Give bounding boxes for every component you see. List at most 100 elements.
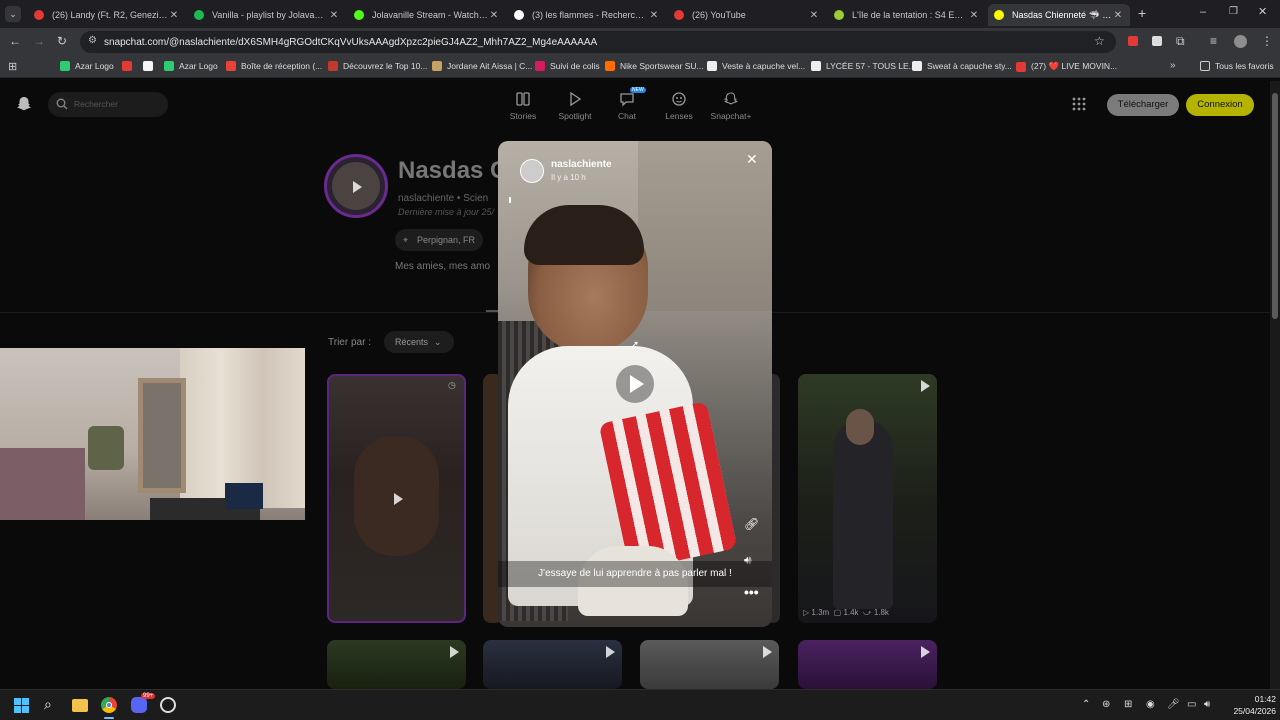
story-avatar[interactable]: [520, 159, 544, 183]
spotlight-card[interactable]: [798, 640, 937, 689]
new-tab-button[interactable]: +: [1138, 5, 1146, 21]
tab-close-icon[interactable]: ✕: [968, 10, 980, 21]
more-options-icon[interactable]: •••: [744, 584, 759, 600]
close-icon[interactable]: ✕: [746, 151, 758, 168]
search-icon[interactable]: ⌕: [44, 696, 52, 713]
bookmark-item[interactable]: [143, 61, 158, 71]
clock-time[interactable]: 01:42: [1236, 694, 1276, 704]
volume-icon[interactable]: 🔊︎: [1204, 699, 1210, 710]
browser-tab[interactable]: Nasdas Chienneté 🦈 (@nasla✕: [988, 4, 1130, 26]
nav-snapchat-plus[interactable]: Snapchat+: [706, 91, 756, 121]
sort-dropdown[interactable]: Récents ⌄: [384, 331, 454, 353]
extension-red-icon[interactable]: [1128, 36, 1138, 46]
bookmark-item[interactable]: Suivi de colis: [535, 61, 600, 71]
bookmark-item[interactable]: Azar Logo: [60, 61, 114, 71]
browser-tab[interactable]: Vanilla - playlist by Jolavaniille ✕: [188, 4, 346, 26]
tab-close-icon[interactable]: ✕: [328, 10, 340, 21]
scrollbar-thumb[interactable]: [1272, 93, 1278, 319]
story-username[interactable]: naslachiente: [551, 159, 612, 170]
media-icon[interactable]: ≡: [1210, 34, 1217, 48]
display-icon[interactable]: ▭: [1187, 699, 1196, 710]
site-info-icon[interactable]: ⚙: [88, 35, 97, 46]
all-bookmarks[interactable]: Tous les favoris: [1200, 61, 1274, 71]
back-icon[interactable]: ←: [9, 34, 21, 48]
profile-avatar-ring[interactable]: [324, 154, 388, 218]
discord-icon[interactable]: [131, 697, 147, 713]
bookmark-label: LYCÉE 57 - TOUS LE...: [826, 61, 916, 71]
bookmark-item[interactable]: Sweat à capuche sty...: [912, 61, 1012, 71]
bookmark-item[interactable]: Veste à capuche vel...: [707, 61, 805, 71]
search-input[interactable]: Rechercher: [48, 92, 168, 117]
big-play-button[interactable]: [616, 365, 654, 403]
browser-tab[interactable]: (26) YouTube ✕: [668, 4, 826, 26]
browser-tab[interactable]: (26) Landy (Ft. R2, Genezio) - R✕: [28, 4, 186, 26]
bookmark-favicon-icon: [432, 61, 442, 71]
bookmark-item[interactable]: LYCÉE 57 - TOUS LE...: [811, 61, 916, 71]
profile-avatar[interactable]: [1234, 35, 1247, 48]
spotlight-card[interactable]: [640, 640, 779, 689]
nav-lenses[interactable]: Lenses: [654, 91, 704, 121]
browser-tab[interactable]: (3) les flammes - Recherche / X ✕: [508, 4, 666, 26]
nav-chat[interactable]: Chat NEW: [602, 87, 652, 121]
ime-icon[interactable]: ⊞: [1124, 699, 1132, 710]
login-button[interactable]: Connexion: [1186, 94, 1254, 116]
forward-icon[interactable]: →: [33, 34, 45, 48]
story-viewer[interactable]: naslachiente Il y a 10 h ✕ 🔗︎ 🔊︎ J'essay…: [498, 141, 772, 627]
snapchat-ghost-icon[interactable]: [16, 96, 32, 117]
bookmark-item[interactable]: Jordane Ait Aissa | C...: [432, 61, 532, 71]
tab-close-icon[interactable]: ✕: [488, 10, 500, 21]
spotlight-card[interactable]: [483, 640, 622, 689]
browser-tab[interactable]: L'île de la tentation : S4 E14 (2/✕: [828, 4, 986, 26]
bookmark-star-icon[interactable]: ☆: [1094, 34, 1105, 48]
chrome-icon[interactable]: [101, 697, 117, 713]
chat-icon: [620, 93, 634, 107]
nav-label: Lenses: [665, 111, 693, 121]
bookmark-item[interactable]: Azar Logo: [164, 61, 218, 71]
comments-count: 1.4k: [843, 608, 859, 617]
discord-tray-icon[interactable]: ◉: [1146, 699, 1155, 710]
microphone-icon[interactable]: 🎤︎: [1167, 699, 1180, 710]
extensions-icon[interactable]: ⧉: [1176, 34, 1185, 49]
clock-date[interactable]: 25/04/2026: [1222, 706, 1276, 716]
chevron-up-icon[interactable]: ⌃: [1082, 699, 1090, 710]
browser-tab[interactable]: Jolavanille Stream - Watch Live ✕: [348, 4, 506, 26]
link-icon[interactable]: 🔗︎: [744, 517, 759, 531]
close-window-button[interactable]: ✕: [1258, 5, 1267, 18]
tray-app-icon[interactable]: ⊛: [1102, 699, 1110, 710]
apps-icon[interactable]: ⊞: [8, 60, 17, 73]
chair: [88, 426, 124, 470]
spotlight-card[interactable]: [327, 640, 466, 689]
nav-stories[interactable]: Stories: [498, 91, 548, 121]
tab-close-icon[interactable]: ✕: [1112, 10, 1124, 21]
address-bar[interactable]: ⚙ snapchat.com/@naslachiente/dX6SMH4gRGO…: [80, 31, 1116, 53]
app-icon[interactable]: [160, 697, 176, 713]
nav-label: Chat: [618, 111, 636, 121]
restore-button[interactable]: ❐: [1229, 6, 1238, 17]
location-chip[interactable]: ⌖ Perpignan, FR: [395, 229, 483, 251]
page-scrollbar[interactable]: [1270, 81, 1280, 689]
bookmark-favicon-icon: [535, 61, 545, 71]
nav-spotlight[interactable]: Spotlight: [550, 91, 600, 121]
tab-close-icon[interactable]: ✕: [808, 10, 820, 21]
profile-bio: Mes amies, mes amo: [395, 261, 491, 272]
menu-icon[interactable]: ⋮: [1261, 34, 1273, 48]
apps-grid-icon[interactable]: [1072, 97, 1086, 116]
more-bookmarks-icon[interactable]: »: [1170, 60, 1176, 71]
download-button[interactable]: Télécharger: [1107, 94, 1179, 116]
bookmark-item[interactable]: Découvrez le Top 10...: [328, 61, 427, 71]
bookmark-item[interactable]: Nike Sportswear SU...: [605, 61, 704, 71]
bookmark-item[interactable]: [122, 61, 137, 71]
extension-gray-icon[interactable]: [1152, 36, 1162, 46]
tab-close-icon[interactable]: ✕: [168, 10, 180, 21]
spotlight-card[interactable]: ▷ 1.3m ▢ 1.4k ⤻ 1.8k: [798, 374, 937, 623]
tab-search-button[interactable]: ⌄: [5, 6, 21, 22]
tab-close-icon[interactable]: ✕: [648, 10, 660, 21]
start-icon[interactable]: [14, 698, 29, 713]
bookmark-item[interactable]: (27) ❤️ LIVE MOVIN...: [1016, 61, 1117, 72]
story-caption: J'essaye de lui apprendre à pas parler m…: [538, 568, 732, 579]
reload-icon[interactable]: ↻: [57, 34, 67, 48]
spotlight-card[interactable]: ◷: [327, 374, 466, 623]
bookmark-item[interactable]: Boîte de réception (...: [226, 61, 322, 71]
minimize-button[interactable]: –: [1200, 6, 1206, 18]
file-explorer-icon[interactable]: [72, 699, 88, 712]
